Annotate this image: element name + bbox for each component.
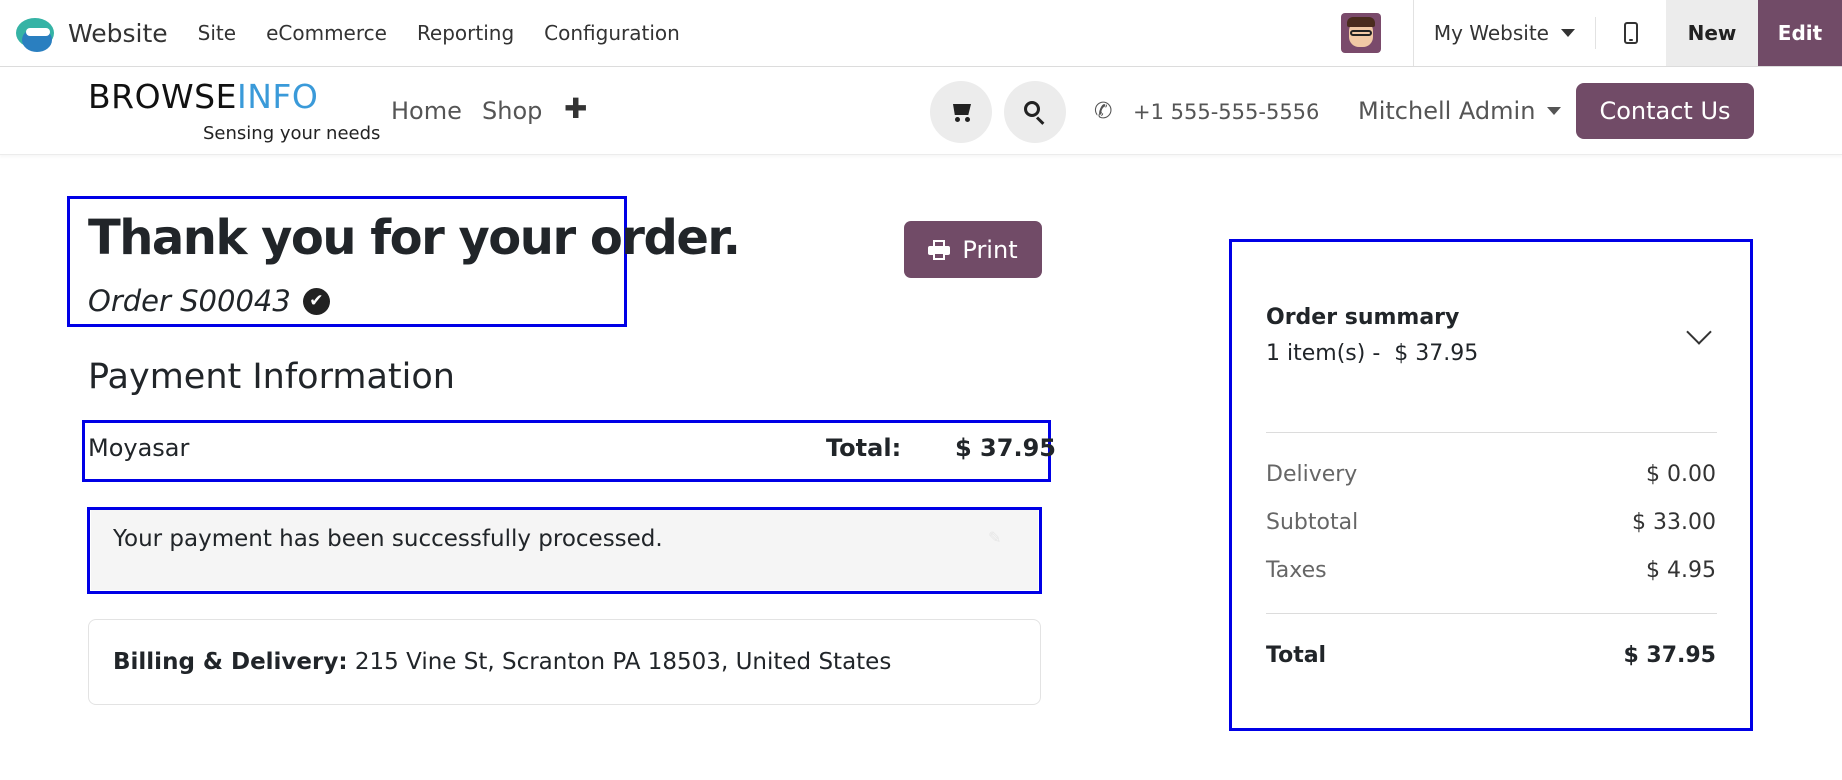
user-menu[interactable]: Mitchell Admin (1358, 97, 1562, 125)
summary-subtotal-label: Subtotal (1266, 510, 1359, 535)
summary-subtotal-value: $ 33.00 (1632, 510, 1716, 535)
page-title: Thank you for your order. (88, 210, 741, 266)
pencil-icon[interactable]: ✎ (988, 528, 1001, 547)
order-summary-title[interactable]: Order summary (1266, 305, 1459, 330)
cart-button[interactable] (930, 81, 992, 143)
menu-site[interactable]: Site (198, 21, 236, 45)
user-avatar[interactable] (1340, 13, 1381, 53)
edit-button[interactable]: Edit (1758, 0, 1842, 66)
printer-icon (928, 239, 951, 260)
admin-top-bar: Website Site eCommerce Reporting Configu… (0, 0, 1842, 67)
order-reference: Order S00043 ✔ (88, 284, 330, 318)
phone-number[interactable]: +1 555-555-5556 (1133, 100, 1319, 124)
search-button[interactable] (1004, 81, 1066, 143)
caret-down-icon (1547, 107, 1562, 115)
mobile-preview-button[interactable] (1596, 0, 1666, 66)
phone-icon: ✆ (1094, 99, 1113, 124)
website-navbar: BROWSEINFO Sensing your needs Home Shop … (0, 67, 1842, 155)
brand-word-a: BROWSE (88, 77, 237, 116)
payment-method: Moyasar (88, 434, 190, 462)
payment-heading: Payment Information (88, 357, 455, 397)
order-reference-text: Order S00043 (88, 284, 291, 318)
payment-total-value: $ 37.95 (955, 434, 1056, 462)
print-label: Print (962, 235, 1018, 264)
website-app-logo-icon[interactable] (16, 14, 54, 52)
order-summary-subtitle: 1 item(s) - $ 37.95 (1266, 341, 1479, 366)
brand-logo[interactable]: BROWSEINFO Sensing your needs (88, 77, 380, 147)
address-label: Billing & Delivery: (113, 649, 348, 675)
print-button[interactable]: Print (904, 221, 1042, 278)
menu-reporting[interactable]: Reporting (417, 21, 514, 45)
nav-home[interactable]: Home (391, 97, 462, 125)
divider (1266, 432, 1717, 433)
summary-taxes-label: Taxes (1266, 558, 1327, 583)
new-button[interactable]: New (1666, 0, 1758, 66)
website-selector-label: My Website (1433, 21, 1549, 45)
brand-word-b: INFO (236, 77, 319, 116)
summary-delivery-label: Delivery (1266, 462, 1358, 487)
summary-total-label: Total (1266, 643, 1327, 668)
payment-status-message: Your payment has been successfully proce… (113, 526, 663, 552)
payment-total-label: Total: (826, 434, 902, 462)
mobile-phone-icon (1624, 22, 1638, 44)
highlight-payment-row (82, 420, 1051, 482)
cart-icon (950, 104, 972, 122)
app-title[interactable]: Website (68, 19, 168, 48)
address-value: 215 Vine St, Scranton PA 18503, United S… (347, 649, 892, 675)
divider (1266, 613, 1717, 614)
address-line: Billing & Delivery: 215 Vine St, Scranto… (113, 649, 891, 675)
brand-tagline: Sensing your needs (203, 123, 381, 144)
search-icon (1024, 101, 1046, 125)
add-menu-plus-icon[interactable]: ✚ (564, 95, 587, 123)
nav-shop[interactable]: Shop (482, 97, 542, 125)
summary-taxes-value: $ 4.95 (1646, 558, 1716, 583)
summary-delivery-value: $ 0.00 (1646, 462, 1716, 487)
menu-configuration[interactable]: Configuration (544, 21, 680, 45)
user-name: Mitchell Admin (1358, 97, 1536, 125)
website-selector[interactable]: My Website (1414, 21, 1595, 45)
summary-total-value: $ 37.95 (1623, 643, 1716, 668)
caret-down-icon (1561, 29, 1575, 37)
menu-ecommerce[interactable]: eCommerce (266, 21, 387, 45)
check-circle-icon: ✔ (302, 287, 330, 315)
contact-us-button[interactable]: Contact Us (1576, 83, 1754, 139)
confirmation-title-block: Thank you for your order. (88, 210, 741, 266)
